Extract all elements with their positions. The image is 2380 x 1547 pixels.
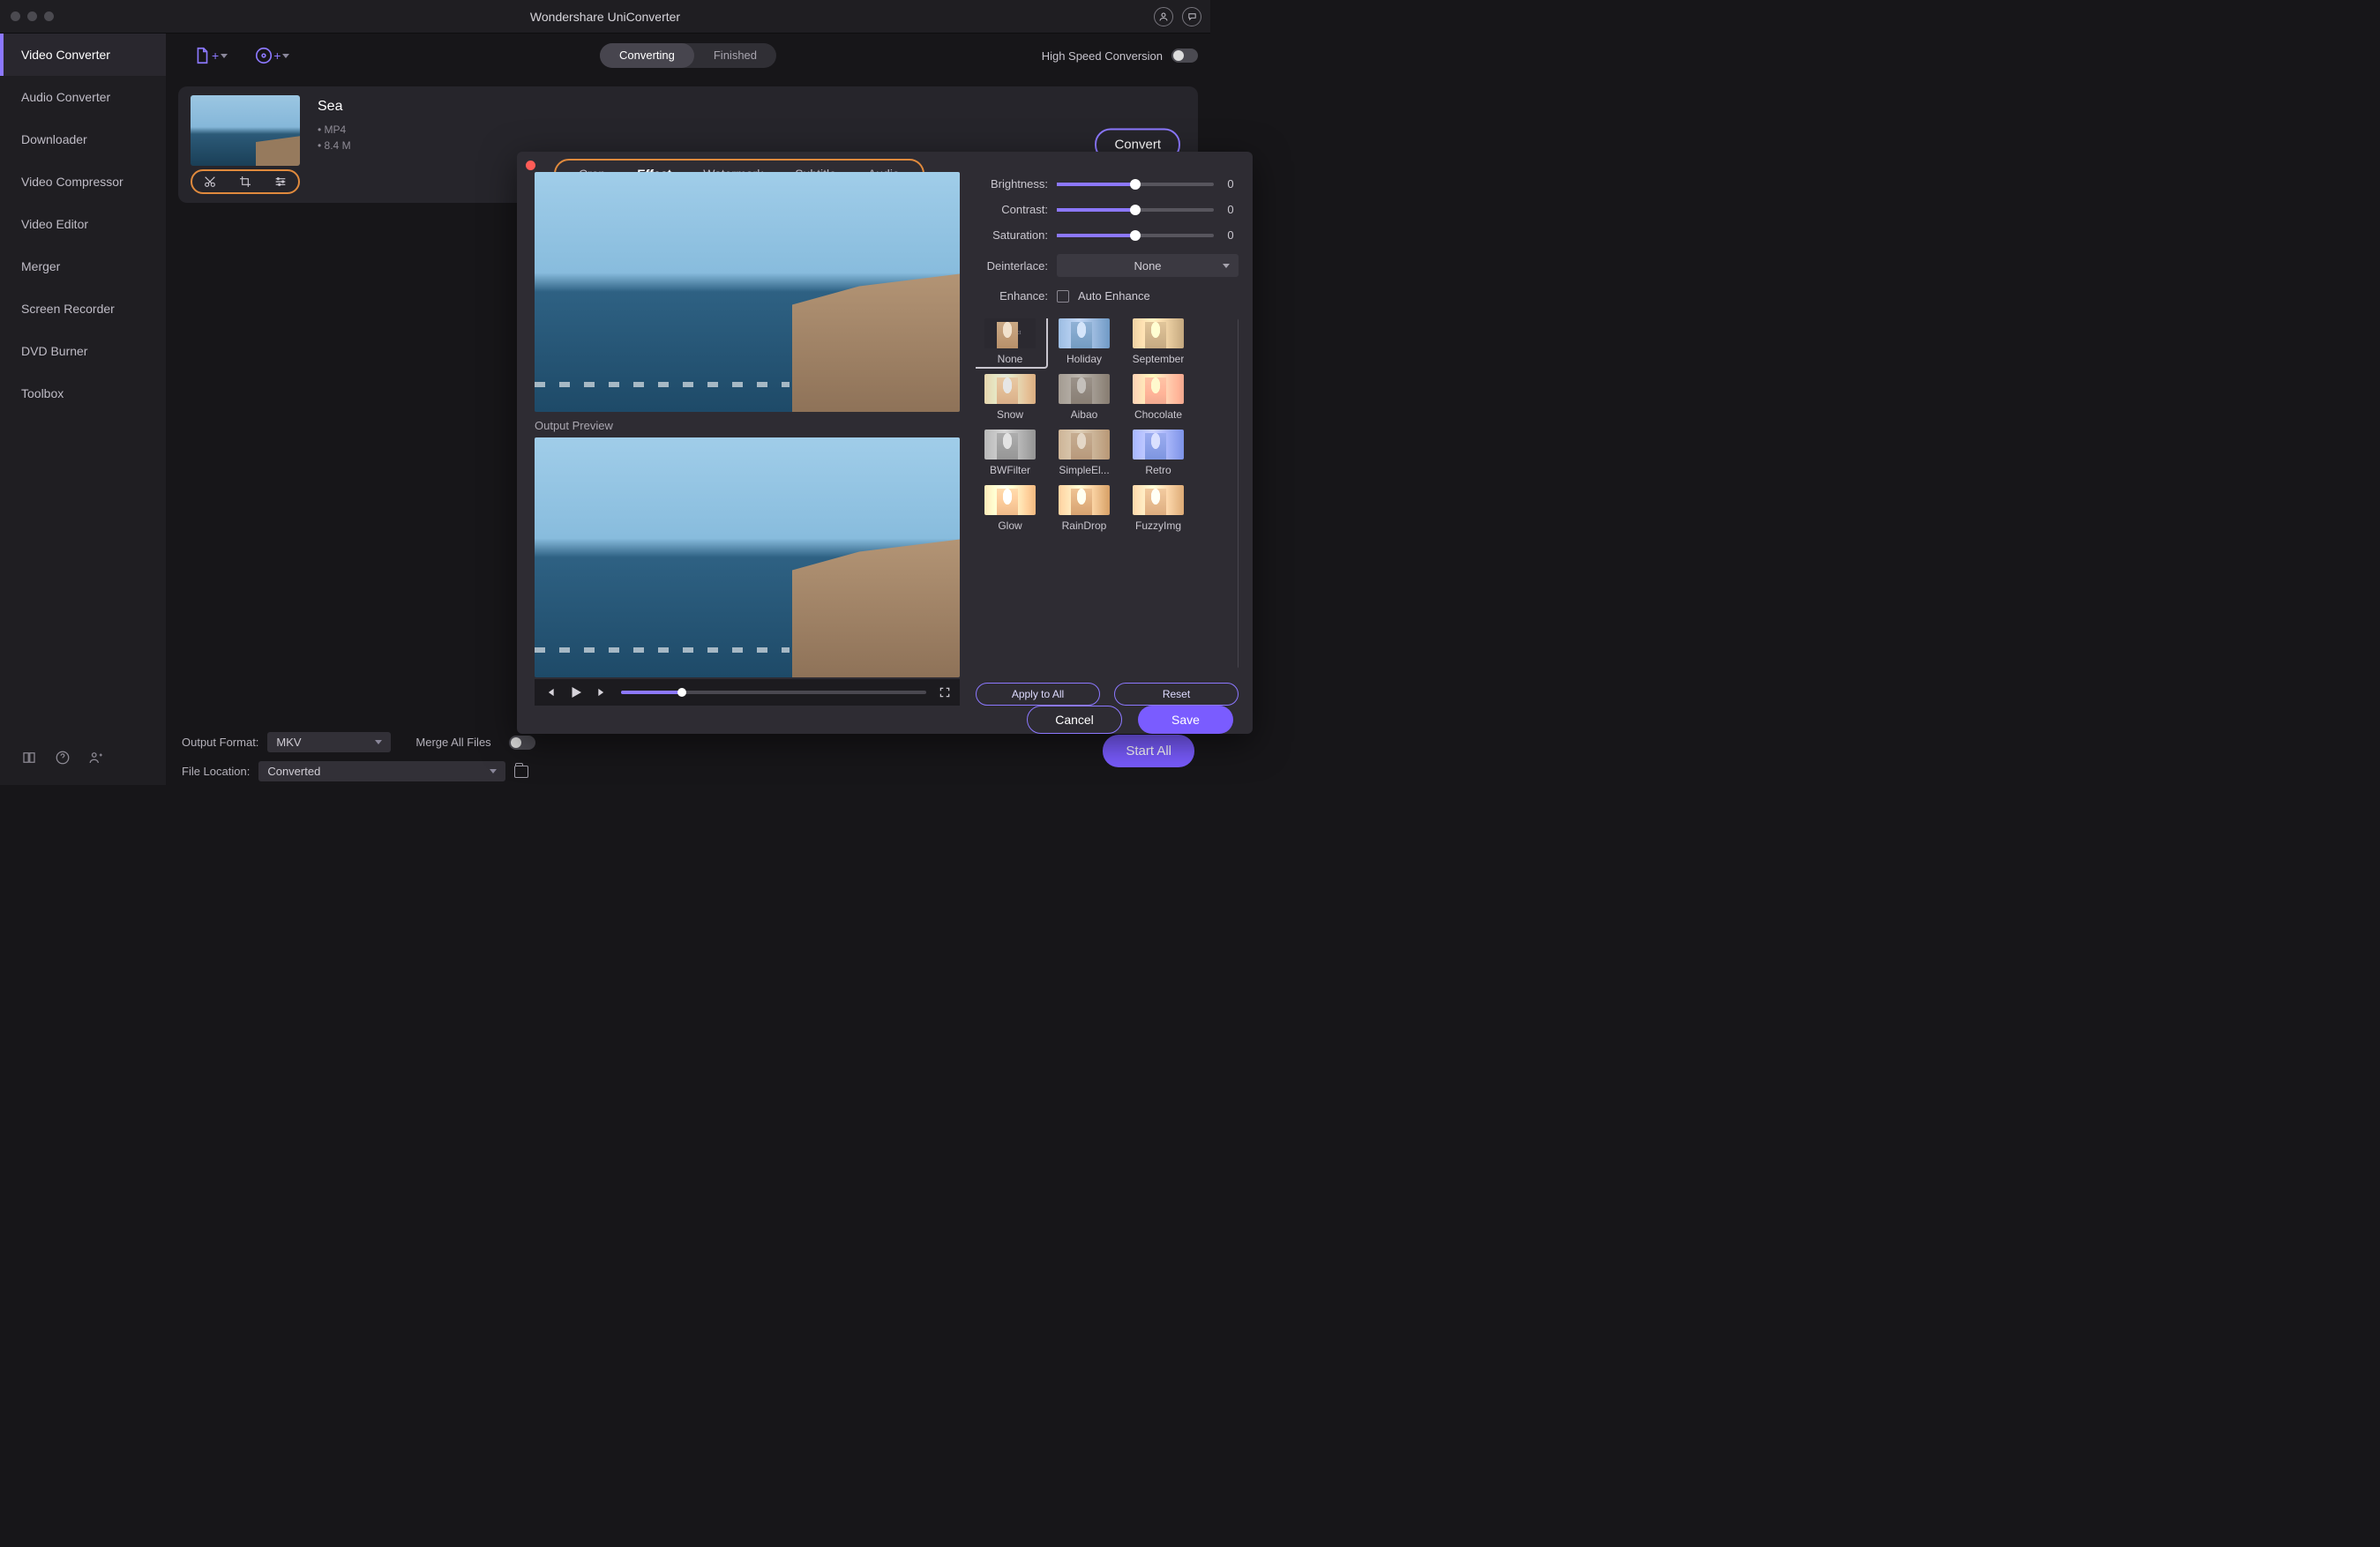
fullscreen-icon[interactable] [939, 686, 951, 699]
effect-snow[interactable]: Snow [976, 374, 1044, 421]
effect-chocolate[interactable]: Chocolate [1124, 374, 1193, 421]
file-format: MP4 [318, 123, 351, 136]
editor-popup: Crop Effect Watermark Subtitle Audio Out… [517, 152, 1253, 734]
add-file-button[interactable]: + [192, 46, 228, 65]
effect-none[interactable]: No EffectNone [976, 318, 1048, 369]
account-icon[interactable] [1154, 7, 1173, 26]
sidebar: Video Converter Audio Converter Download… [0, 34, 166, 785]
file-size: 8.4 M [318, 139, 351, 152]
effect-simpleelegant[interactable]: SimpleEl... [1050, 430, 1119, 476]
deinterlace-select[interactable]: None [1057, 254, 1239, 277]
enhance-label: Enhance: [976, 289, 1048, 303]
step-back-icon[interactable] [543, 686, 556, 699]
output-format-select[interactable]: MKV [267, 732, 391, 752]
saturation-value: 0 [1223, 228, 1239, 242]
app-title: Wondershare UniConverter [0, 10, 1210, 24]
invite-icon[interactable] [88, 750, 104, 766]
auto-enhance-checkbox[interactable] [1057, 290, 1069, 303]
reset-button[interactable]: Reset [1114, 683, 1239, 706]
effect-bwfilter[interactable]: BWFilter [976, 430, 1044, 476]
cancel-button[interactable]: Cancel [1027, 706, 1122, 734]
sidebar-item-screen-recorder[interactable]: Screen Recorder [0, 288, 166, 330]
sidebar-item-toolbox[interactable]: Toolbox [0, 372, 166, 415]
play-icon[interactable] [568, 684, 584, 700]
main: + + Converting Finished High Speed Conve… [166, 34, 1210, 785]
step-forward-icon[interactable] [596, 686, 609, 699]
source-preview [535, 172, 960, 412]
saturation-label: Saturation: [976, 228, 1048, 242]
file-thumbnail[interactable] [191, 95, 300, 166]
effects-icon[interactable] [273, 175, 288, 189]
file-location-select[interactable]: Converted [258, 761, 505, 781]
brightness-slider[interactable] [1057, 183, 1214, 186]
effect-holiday[interactable]: Holiday [1050, 318, 1119, 365]
effect-september[interactable]: September [1124, 318, 1193, 365]
open-folder-icon[interactable] [514, 766, 528, 778]
effects-grid: No EffectNone Holiday September Snow Aib… [976, 318, 1239, 532]
sidebar-item-downloader[interactable]: Downloader [0, 118, 166, 161]
contrast-slider[interactable] [1057, 208, 1214, 212]
sidebar-item-video-compressor[interactable]: Video Compressor [0, 161, 166, 203]
add-disc-button[interactable]: + [254, 46, 289, 65]
file-location-label: File Location: [182, 765, 250, 778]
output-format-label: Output Format: [182, 736, 258, 749]
crop-icon[interactable] [238, 175, 252, 189]
auto-enhance-option: Auto Enhance [1078, 289, 1150, 303]
playback-slider[interactable] [621, 691, 926, 694]
file-edit-tools [191, 169, 300, 194]
start-all-button[interactable]: Start All [1103, 735, 1194, 767]
merge-toggle[interactable] [509, 736, 535, 750]
effect-glow[interactable]: Glow [976, 485, 1044, 532]
editor-close-icon[interactable] [526, 161, 535, 170]
output-preview [535, 437, 960, 677]
guide-icon[interactable] [21, 750, 37, 766]
sidebar-item-merger[interactable]: Merger [0, 245, 166, 288]
output-preview-label: Output Preview [535, 419, 960, 432]
tab-finished[interactable]: Finished [694, 43, 776, 68]
file-location-value: Converted [267, 765, 320, 778]
sidebar-item-video-editor[interactable]: Video Editor [0, 203, 166, 245]
apply-to-all-button[interactable]: Apply to All [976, 683, 1100, 706]
sidebar-item-video-converter[interactable]: Video Converter [0, 34, 166, 76]
titlebar: Wondershare UniConverter [0, 0, 1210, 34]
toolbar: + + Converting Finished High Speed Conve… [166, 34, 1210, 78]
sidebar-item-dvd-burner[interactable]: DVD Burner [0, 330, 166, 372]
output-format-value: MKV [276, 736, 301, 749]
help-icon[interactable] [55, 750, 71, 766]
effect-fuzzyimg[interactable]: FuzzyImg [1124, 485, 1193, 532]
effect-retro[interactable]: Retro [1124, 430, 1193, 476]
high-speed-toggle[interactable] [1171, 49, 1198, 63]
sidebar-item-audio-converter[interactable]: Audio Converter [0, 76, 166, 118]
contrast-label: Contrast: [976, 203, 1048, 216]
status-segment: Converting Finished [600, 43, 776, 68]
effect-aibao[interactable]: Aibao [1050, 374, 1119, 421]
effect-raindrop[interactable]: RainDrop [1050, 485, 1119, 532]
effects-scrollbar[interactable] [1238, 318, 1239, 669]
deinterlace-value: None [1134, 259, 1161, 273]
brightness-value: 0 [1223, 177, 1239, 191]
trim-icon[interactable] [203, 175, 217, 189]
saturation-slider[interactable] [1057, 234, 1214, 237]
brightness-label: Brightness: [976, 177, 1048, 191]
merge-label: Merge All Files [415, 736, 490, 749]
tab-converting[interactable]: Converting [600, 43, 694, 68]
file-title: Sea [318, 99, 351, 115]
contrast-value: 0 [1223, 203, 1239, 216]
high-speed-label: High Speed Conversion [1042, 49, 1163, 63]
save-button[interactable]: Save [1138, 706, 1233, 734]
playback-bar [535, 679, 960, 706]
deinterlace-label: Deinterlace: [976, 259, 1048, 273]
feedback-icon[interactable] [1182, 7, 1201, 26]
